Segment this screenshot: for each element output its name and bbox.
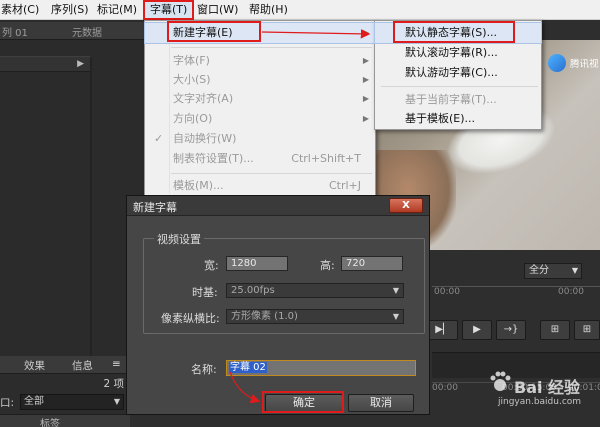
fit-value: 全分 <box>529 265 549 276</box>
submenu-arrow-icon: ▶ <box>362 114 369 123</box>
play-triangle-icon[interactable]: ▶ <box>77 59 84 69</box>
watermark-text: Bai 经验 <box>514 378 581 397</box>
checkmark-icon: ✓ <box>154 132 164 145</box>
name-label: 名称: <box>191 363 217 376</box>
chevron-down-icon: ▼ <box>392 286 399 295</box>
pixel-aspect-value: 方形像素 (1.0) <box>231 311 298 322</box>
width-field[interactable]: 1280 <box>226 256 288 271</box>
menu-item-label: 大小(S) <box>173 73 211 86</box>
time-tick: 00:00 <box>558 287 584 297</box>
fit-select[interactable]: 全分 ▼ <box>524 263 582 279</box>
menu-bar: 素材(C) 序列(S) 标记(M) 字幕(T) 窗口(W) 帮助(H) <box>0 0 600 20</box>
extract-button[interactable]: ⊞ <box>574 320 600 340</box>
dialog-titlebar: 新建字幕 X <box>127 196 429 216</box>
pixel-aspect-label: 像素纵横比: <box>161 312 220 325</box>
menu-item-based-on-template[interactable]: 基于模板(E)... <box>375 109 541 129</box>
menu-separator <box>381 86 538 87</box>
menu-item-font[interactable]: 字体(F) ▶ <box>145 51 375 71</box>
pixel-aspect-select[interactable]: 方形像素 (1.0) ▼ <box>226 309 404 324</box>
close-button[interactable]: X <box>389 198 423 213</box>
annotation-box-new-title <box>167 21 261 42</box>
menu-separator <box>171 47 372 48</box>
height-field[interactable]: 720 <box>341 256 403 271</box>
menu-item-label: 字体(F) <box>173 54 210 67</box>
lift-button[interactable]: ⊞ <box>540 320 570 340</box>
filter-select[interactable]: 全部 ▼ <box>20 394 124 410</box>
menu-separator <box>171 173 372 174</box>
annotation-box-ok <box>262 391 344 413</box>
chevron-down-icon: ▼ <box>571 266 578 275</box>
name-field[interactable]: 字幕 02 <box>226 360 416 376</box>
menu-item-label: 模板(M)... <box>173 179 224 192</box>
go-to-out-button[interactable]: →} <box>496 320 526 340</box>
menu-help[interactable]: 帮助(H) <box>244 0 293 20</box>
width-label: 宽: <box>204 259 219 272</box>
timebase-label: 时基: <box>192 286 218 299</box>
tencent-video-logo-icon <box>548 54 566 72</box>
column-header-label[interactable]: 标签 <box>40 415 60 427</box>
filter-value: 全部 <box>24 396 44 407</box>
menu-marker[interactable]: 标记(M) <box>92 0 142 20</box>
menu-item-size[interactable]: 大小(S) ▶ <box>145 70 375 90</box>
menu-item-default-crawl[interactable]: 默认游动字幕(C)... <box>375 63 541 83</box>
video-logo: 腾讯视 <box>548 52 600 72</box>
metadata-tab[interactable]: 元数据 <box>72 24 102 39</box>
column-header-row: 标签 <box>0 414 130 427</box>
watermark-url: jingyan.baidu.com <box>498 397 582 407</box>
baidu-jingyan-watermark: Bai 经验 jingyan.baidu.com <box>470 366 600 416</box>
panel-divider <box>90 58 92 358</box>
menu-item-tab-stops[interactable]: 制表符设置(T)... Ctrl+Shift+T <box>145 149 375 169</box>
timebase-value: 25.00fps <box>231 285 275 296</box>
cancel-button[interactable]: 取消 <box>348 394 414 412</box>
submenu-arrow-icon: ▶ <box>362 28 369 37</box>
annotation-box-default-still <box>393 21 515 43</box>
menu-item-shortcut: Ctrl+Shift+T <box>291 152 361 165</box>
menu-title[interactable]: 字幕(T) <box>143 0 195 20</box>
step-forward-button[interactable]: ▶▏ <box>428 320 458 340</box>
menu-item-default-roll[interactable]: 默认滚动字幕(R)... <box>375 43 541 63</box>
time-tick: 00:00 <box>434 287 460 297</box>
panel-menu-icon[interactable]: ≡ <box>112 358 121 370</box>
menu-item-orientation[interactable]: 方向(O) ▶ <box>145 109 375 129</box>
chevron-down-icon: ▼ <box>392 312 399 321</box>
menu-item-label: 方向(O) <box>173 112 213 125</box>
paw-icon <box>490 371 511 391</box>
dialog-title: 新建字幕 <box>133 201 177 214</box>
title-menu-dropdown: 新建字幕(E) ▶ 字体(F) ▶ 大小(S) ▶ 文字对齐(A) ▶ 方向(O… <box>144 20 376 197</box>
submenu-arrow-icon: ▶ <box>362 75 369 84</box>
menu-item-based-on-current[interactable]: 基于当前字幕(T)... <box>375 90 541 110</box>
ruler-tick: 00:00 <box>432 383 458 393</box>
menu-sequence[interactable]: 序列(S) <box>46 0 94 20</box>
item-count: 2 项 <box>103 378 124 390</box>
menu-item-label: 制表符设置(T)... <box>173 152 254 165</box>
name-value: 字幕 02 <box>229 362 267 373</box>
timebase-select[interactable]: 25.00fps ▼ <box>226 283 404 298</box>
panel-tab-row: 列 01 元数据 <box>0 22 144 40</box>
group-label: 视频设置 <box>154 231 204 247</box>
new-title-dialog: 新建字幕 X 视频设置 宽: 1280 高: 720 时基: 25.00fps … <box>126 195 430 415</box>
submenu-arrow-icon: ▶ <box>362 56 369 65</box>
effects-tab-row: 效果 信息 ≡ <box>0 356 130 374</box>
filter-label: 口: <box>0 397 15 409</box>
panel-header-bar: ▶ <box>0 56 90 72</box>
menu-window[interactable]: 窗口(W) <box>192 0 243 20</box>
menu-item-templates[interactable]: 模板(M)... Ctrl+J <box>145 176 375 196</box>
menu-item-shortcut: Ctrl+J <box>328 179 361 192</box>
tab-info[interactable]: 信息 <box>72 358 93 373</box>
sequence-tab[interactable]: 列 01 <box>2 24 28 39</box>
menu-item-label: 文字对齐(A) <box>173 92 234 105</box>
monitor-time-ruler[interactable]: 00:00 00:00 <box>432 286 600 297</box>
logo-text: 腾讯视 <box>570 59 599 70</box>
effects-panel: 效果 信息 ≡ 2 项 口: 全部 ▼ 标签 <box>0 356 130 427</box>
menu-item-label: 自动换行(W) <box>173 132 237 145</box>
menu-item-word-wrap[interactable]: ✓ 自动换行(W) <box>145 129 375 149</box>
chevron-down-icon: ▼ <box>113 397 120 406</box>
tab-effects[interactable]: 效果 <box>24 358 45 373</box>
submenu-arrow-icon: ▶ <box>362 94 369 103</box>
menu-clip[interactable]: 素材(C) <box>0 0 44 20</box>
play-button[interactable]: ▶ <box>462 320 492 340</box>
menu-item-text-align[interactable]: 文字对齐(A) ▶ <box>145 89 375 109</box>
height-label: 高: <box>320 259 335 272</box>
